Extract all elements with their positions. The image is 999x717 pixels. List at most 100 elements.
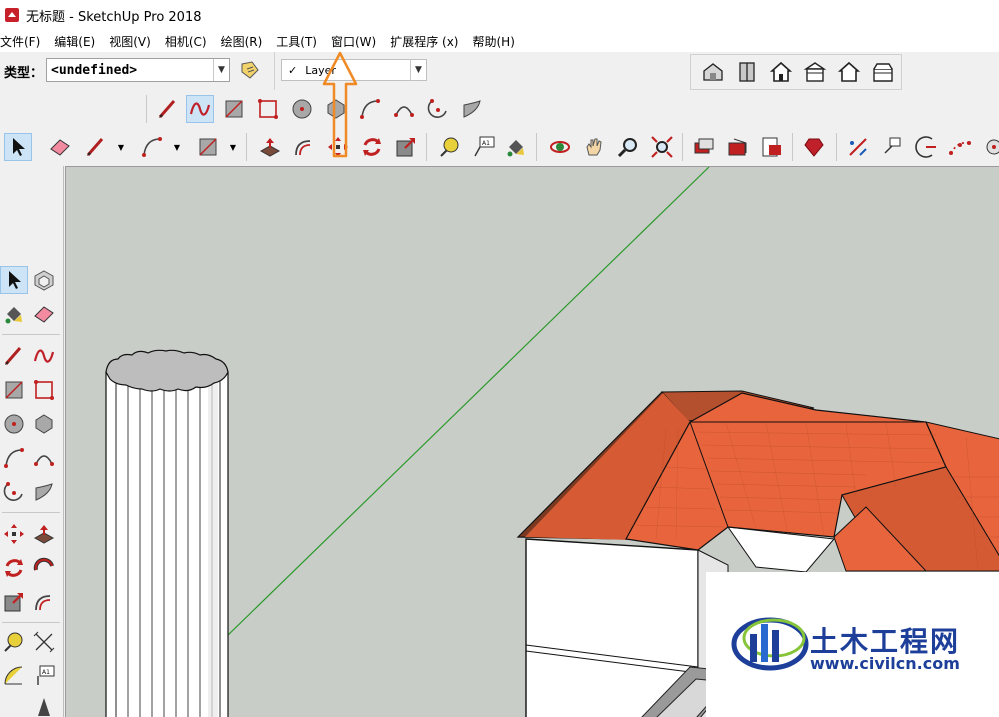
back-view-icon[interactable] (835, 58, 863, 86)
line-icon[interactable] (0, 342, 28, 370)
paint-bucket-icon[interactable] (502, 133, 530, 161)
zoom-extents-icon[interactable] (648, 133, 676, 161)
menu-tools[interactable]: 工具(T) (276, 33, 317, 50)
text-icon[interactable]: A1 (30, 662, 58, 690)
toolbar-separator (792, 133, 793, 161)
protractor-icon[interactable] (0, 662, 28, 690)
menu-file[interactable]: 文件(F) (0, 33, 40, 50)
type-select[interactable]: <undefined> ▼ (46, 58, 230, 82)
watermark-url: www.civilcn.com (810, 654, 960, 673)
follow-me-icon[interactable] (30, 554, 58, 582)
type-label: 类型： (4, 66, 44, 81)
circle-icon[interactable] (288, 95, 316, 123)
zoom-icon[interactable] (614, 133, 642, 161)
paint-bucket-icon[interactable] (0, 300, 28, 328)
axes-icon[interactable] (946, 133, 974, 161)
push-pull-icon[interactable] (256, 133, 284, 161)
offset-icon[interactable] (290, 133, 318, 161)
layer-check-icon: ✓ (288, 63, 298, 77)
eraser-icon[interactable] (30, 300, 58, 328)
make-component-icon[interactable] (30, 266, 58, 294)
circle-icon[interactable] (0, 410, 28, 438)
extension-warehouse-icon[interactable] (724, 133, 752, 161)
menu-edit[interactable]: 编辑(E) (54, 33, 95, 50)
front-view-icon[interactable] (767, 58, 795, 86)
arc-icon[interactable] (138, 133, 166, 161)
toolbar-separator (2, 334, 60, 335)
watermark: 土木工程网 www.civilcn.com (706, 572, 999, 717)
2pt-arc-icon[interactable] (30, 444, 58, 472)
menu-window[interactable]: 窗口(W) (331, 33, 376, 50)
pan-icon[interactable] (580, 133, 608, 161)
title-bar: 无标题 - SketchUp Pro 2018 (0, 0, 999, 30)
chevron-down-icon[interactable]: ▼ (228, 133, 238, 161)
select-icon[interactable] (0, 266, 28, 294)
scale-icon[interactable] (0, 588, 28, 616)
freehand-icon[interactable] (30, 342, 58, 370)
arc-icon[interactable] (0, 444, 28, 472)
menu-draw[interactable]: 绘图(R) (221, 33, 263, 50)
rectangle-icon[interactable] (194, 133, 222, 161)
left-view-icon[interactable] (869, 58, 897, 86)
rotated-rectangle-icon[interactable] (254, 95, 282, 123)
menu-bar: 文件(F) 编辑(E) 视图(V) 相机(C) 绘图(R) 工具(T) 窗口(W… (0, 30, 999, 52)
rectangle-icon[interactable] (220, 95, 248, 123)
toolbar-separator (682, 133, 683, 161)
pie-icon[interactable] (30, 478, 58, 506)
toolbar-separator (2, 622, 60, 623)
orbit-icon[interactable] (546, 133, 574, 161)
axes-icon[interactable] (980, 133, 999, 161)
iso-view-icon[interactable] (699, 58, 727, 86)
chevron-down-icon[interactable]: ▼ (172, 133, 182, 161)
toolbar-separator (426, 133, 427, 161)
select-icon[interactable] (4, 133, 32, 161)
ruby-icon[interactable] (800, 133, 828, 161)
chevron-down-icon[interactable]: ▼ (116, 133, 126, 161)
civilcn-logo-icon (731, 617, 809, 671)
menu-camera[interactable]: 相机(C) (165, 33, 207, 50)
tape-measure-icon[interactable] (436, 133, 464, 161)
3pt-arc-icon[interactable] (0, 478, 28, 506)
pencil-icon[interactable] (82, 133, 110, 161)
tag-tool-icon[interactable] (236, 56, 264, 84)
top-view-icon[interactable] (733, 58, 761, 86)
pie-icon[interactable] (458, 95, 486, 123)
arc-icon[interactable] (356, 95, 384, 123)
rotated-rectangle-icon[interactable] (30, 376, 58, 404)
type-select-value: <undefined> (51, 62, 138, 78)
text-icon[interactable]: A1 (470, 133, 498, 161)
push-pull-icon[interactable] (30, 520, 58, 548)
menu-help[interactable]: 帮助(H) (472, 33, 514, 50)
toolbar-row-2 (0, 90, 999, 128)
offset-icon[interactable] (30, 588, 58, 616)
toolbar-separator (536, 133, 537, 161)
menu-view[interactable]: 视图(V) (109, 33, 151, 50)
freehand-icon[interactable] (186, 95, 214, 123)
large-tool-set: A1 (0, 166, 64, 717)
polygon-icon[interactable] (30, 410, 58, 438)
window-title: 无标题 - SketchUp Pro 2018 (26, 9, 202, 25)
dimension-icon[interactable] (878, 133, 906, 161)
layout-icon[interactable] (758, 133, 786, 161)
menu-extensions[interactable]: 扩展程序 (x) (390, 33, 458, 50)
chevron-down-icon[interactable]: ▼ (410, 59, 426, 81)
3d-text-icon[interactable] (30, 692, 58, 717)
toolbar-row-3: ▼ ▼ ▼ A1 (0, 128, 999, 166)
tape-measure-icon[interactable] (0, 628, 28, 656)
scale-icon[interactable] (392, 133, 420, 161)
right-view-icon[interactable] (801, 58, 829, 86)
warehouse-icon[interactable] (690, 133, 718, 161)
rotate-icon[interactable] (358, 133, 386, 161)
chevron-down-icon[interactable]: ▼ (213, 59, 229, 81)
3pt-arc-icon[interactable] (424, 95, 452, 123)
dimension-icon[interactable] (30, 628, 58, 656)
protractor-icon[interactable] (912, 133, 940, 161)
2pt-arc-icon[interactable] (390, 95, 418, 123)
section-icon[interactable] (844, 133, 872, 161)
rectangle-icon[interactable] (0, 376, 28, 404)
eraser-icon[interactable] (46, 133, 74, 161)
svg-text:A1: A1 (482, 140, 490, 147)
rotate-icon[interactable] (0, 554, 28, 582)
move-icon[interactable] (0, 520, 28, 548)
line-icon[interactable] (154, 95, 182, 123)
